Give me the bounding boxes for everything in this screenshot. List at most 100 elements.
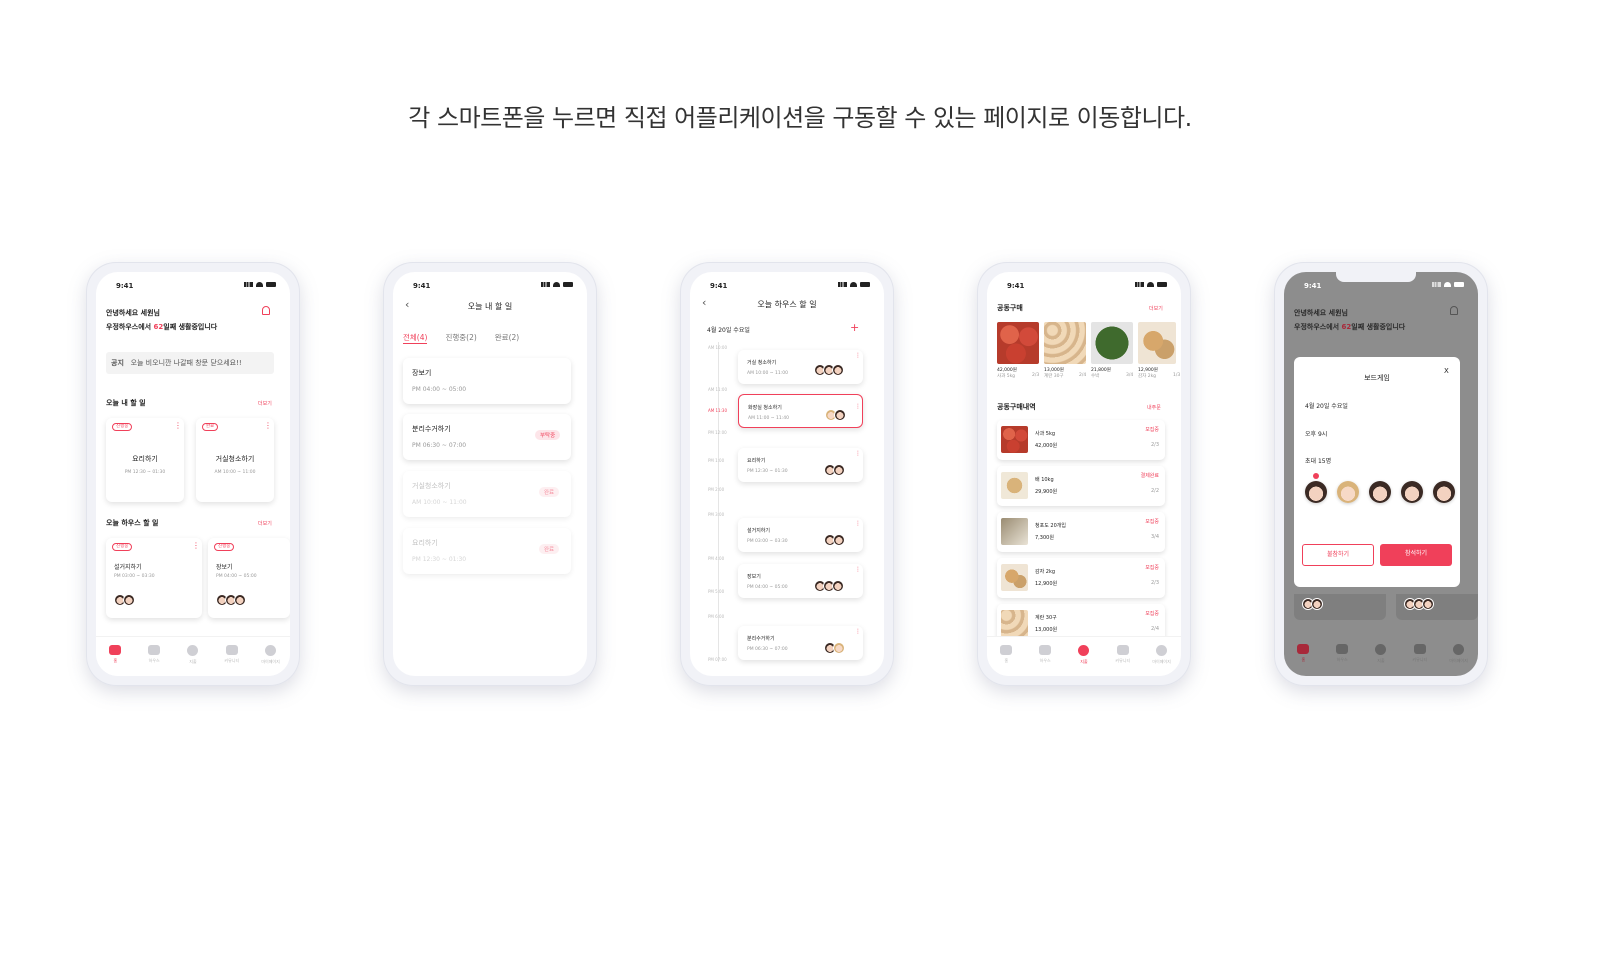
- house-task-card[interactable]: 진행중 ⋮ 설거지하기 PM 03:00 ~ 03:30: [106, 538, 202, 618]
- more-icon[interactable]: ⋮: [264, 422, 272, 430]
- tab-mypage[interactable]: 마이페이지: [1147, 645, 1177, 665]
- people-icon: [148, 645, 161, 655]
- more-icon[interactable]: ⋮: [855, 566, 861, 574]
- home-screen: 9:41 안녕하세요 세원님 우정하우스에서 62일째 생활중입니다 공지 오늘…: [96, 272, 290, 676]
- tab-house[interactable]: 하우스: [139, 645, 169, 664]
- more-icon[interactable]: ⋮: [855, 450, 861, 458]
- history-item[interactable]: 청포도 20개입 7,300원 모집중 3/4: [997, 512, 1165, 552]
- tab-house[interactable]: 하우스: [1030, 645, 1060, 664]
- phone-my-tasks[interactable]: 9:41 ‹ 오늘 내 할 일 전체(4) 진행중(2) 완료(2) 장보기 P…: [383, 262, 597, 686]
- my-task-card[interactable]: 진행중 ⋮ 요리하기 PM 12:30 ~ 01:30: [106, 418, 184, 502]
- more-icon[interactable]: ⋮: [855, 520, 861, 528]
- tab-done[interactable]: 완료(2): [495, 332, 519, 344]
- product-image-watermelon[interactable]: [1091, 322, 1133, 364]
- product-image-potato[interactable]: [1138, 322, 1176, 364]
- tab-wallet[interactable]: 지출: [1366, 644, 1396, 664]
- phone-group-buy[interactable]: 9:41 공동구매 더보기 42,000원 사과 5kg 2/3 13,000원…: [977, 262, 1191, 686]
- product-thumb: [1001, 426, 1028, 453]
- member-avatars: [824, 642, 845, 654]
- more-link[interactable]: 더보기: [1149, 305, 1163, 312]
- status-tag: 진행중: [112, 543, 133, 551]
- history-item[interactable]: 배 10kg 29,900원 결제완료 2/2: [997, 466, 1165, 506]
- tab-home[interactable]: 홈: [100, 645, 130, 664]
- tab-community[interactable]: 커뮤니티: [1108, 645, 1138, 664]
- history-item[interactable]: 사과 5kg 42,000원 모집중 2/3: [997, 420, 1165, 460]
- wifi-icon: [1147, 282, 1154, 287]
- status-badge: 완료: [539, 487, 560, 497]
- house-task-card[interactable]: 진행중 장보기 PM 04:00 ~ 05:00: [208, 538, 290, 618]
- timeline-task[interactable]: 요리하기 PM 12:30 ~ 01:30 ⋮: [738, 448, 863, 482]
- product-thumb: [1001, 518, 1028, 545]
- house-tasks-more-link[interactable]: 더보기: [258, 520, 272, 527]
- more-icon[interactable]: ⋮: [855, 403, 861, 411]
- my-task-card[interactable]: 완료 ⋮ 거실청소하기 AM 10:00 ~ 11:00: [196, 418, 274, 502]
- phone-home[interactable]: 9:41 안녕하세요 세원님 우정하우스에서 62일째 생활중입니다 공지 오늘…: [86, 262, 300, 686]
- tab-in-progress[interactable]: 진행중(2): [445, 332, 476, 344]
- phone-house-tasks[interactable]: 9:41 ‹ 오늘 하우스 할 일 4월 20일 수요일 + AM 10:00 …: [680, 262, 894, 686]
- group-buy-screen: 9:41 공동구매 더보기 42,000원 사과 5kg 2/3 13,000원…: [987, 272, 1181, 676]
- avatar[interactable]: [1369, 481, 1391, 503]
- timeline-task-current[interactable]: 화장실 청소하기 AM 11:00 ~ 11:40 ⋮: [738, 394, 863, 428]
- wallet-icon: [187, 645, 199, 656]
- bell-icon[interactable]: [1450, 306, 1458, 315]
- time-label: PM 6:00: [708, 614, 725, 619]
- greeting: 안녕하세요 세원님: [1294, 309, 1348, 317]
- phone-event-modal[interactable]: 9:41 안녕하세요 세원님 우정하우스에서 62일째 생활중입니다 보드게임 …: [1274, 262, 1488, 686]
- tab-wallet[interactable]: 지출: [1069, 645, 1099, 665]
- time-label: PM 4:00: [708, 556, 725, 561]
- tab-home[interactable]: 홈: [991, 645, 1021, 664]
- avatar[interactable]: [1401, 481, 1423, 503]
- more-icon[interactable]: ⋮: [174, 422, 182, 430]
- chat-icon: [1116, 645, 1129, 655]
- more-icon[interactable]: ⋮: [192, 542, 200, 550]
- task-item[interactable]: 분리수거하기 PM 06:30 ~ 07:00 부탁중: [403, 414, 571, 460]
- add-button[interactable]: +: [850, 321, 859, 334]
- accept-button[interactable]: 참석하기: [1380, 544, 1452, 566]
- more-icon[interactable]: ⋮: [855, 352, 861, 360]
- signal-icon: [1135, 282, 1144, 287]
- my-orders-link[interactable]: 내주문: [1147, 404, 1161, 411]
- tab-wallet[interactable]: 지출: [178, 645, 208, 665]
- task-time: PM 12:30 ~ 01:30: [124, 470, 166, 475]
- tab-house[interactable]: 하우스: [1327, 644, 1357, 663]
- status-label: 모집중: [1145, 565, 1159, 571]
- timeline-task[interactable]: 장보기 PM 04:00 ~ 05:00 ⋮: [738, 564, 863, 598]
- timeline-task[interactable]: 분리수거하기 PM 06:30 ~ 07:00 ⋮: [738, 626, 863, 660]
- member-avatars: [814, 364, 844, 376]
- event-modal: 보드게임 X 4월 20일 수요일 오후 9시 초대 15명 불참하기 참석하기: [1294, 357, 1460, 587]
- timeline-task[interactable]: 거실 청소하기 AM 10:00 ~ 11:00 ⋮: [738, 350, 863, 384]
- invite-count: 초대 15명: [1305, 458, 1332, 465]
- task-time: PM 12:30 ~ 01:30: [412, 556, 467, 563]
- time-label: PM 5:00: [708, 589, 725, 594]
- status-label: 모집중: [1145, 427, 1159, 433]
- tab-community[interactable]: 커뮤니티: [217, 645, 247, 664]
- avatar[interactable]: [1305, 481, 1327, 503]
- more-icon[interactable]: ⋮: [855, 628, 861, 636]
- task-item[interactable]: 요리하기 PM 12:30 ~ 01:30 완료: [403, 528, 571, 574]
- decline-button[interactable]: 불참하기: [1302, 544, 1374, 566]
- home-icon: [1297, 644, 1310, 654]
- dimmed-card: [1396, 594, 1478, 620]
- product-image-apple[interactable]: [997, 322, 1039, 364]
- chat-icon: [225, 645, 238, 655]
- tab-community[interactable]: 커뮤니티: [1405, 644, 1435, 663]
- task-title: 거실청소하기: [215, 455, 255, 463]
- close-button[interactable]: X: [1444, 367, 1449, 375]
- tab-mypage[interactable]: 마이페이지: [256, 645, 286, 665]
- time-label: PM 12:00: [708, 430, 727, 435]
- timeline-task[interactable]: 설거지하기 PM 03:00 ~ 03:30 ⋮: [738, 518, 863, 552]
- my-tasks-more-link[interactable]: 더보기: [258, 400, 272, 407]
- tab-mypage[interactable]: 마이페이지: [1444, 644, 1474, 664]
- avatar[interactable]: [1337, 481, 1359, 503]
- avatar[interactable]: [1433, 481, 1455, 503]
- product-image-eggs[interactable]: [1044, 322, 1086, 364]
- tab-home[interactable]: 홈: [1288, 644, 1318, 663]
- chat-icon: [1413, 644, 1426, 654]
- task-item[interactable]: 장보기 PM 04:00 ~ 05:00: [403, 358, 571, 404]
- notice-bar[interactable]: 공지 오늘 비오니깐 나갈때 창문 닫으세요!!: [106, 352, 274, 374]
- bell-icon[interactable]: [262, 306, 270, 315]
- signal-icon: [541, 282, 550, 287]
- tab-all[interactable]: 전체(4): [403, 332, 428, 344]
- task-item[interactable]: 거실청소하기 AM 10:00 ~ 11:00 완료: [403, 471, 571, 517]
- history-item[interactable]: 감자 2kg 12,900원 모집중 2/3: [997, 558, 1165, 598]
